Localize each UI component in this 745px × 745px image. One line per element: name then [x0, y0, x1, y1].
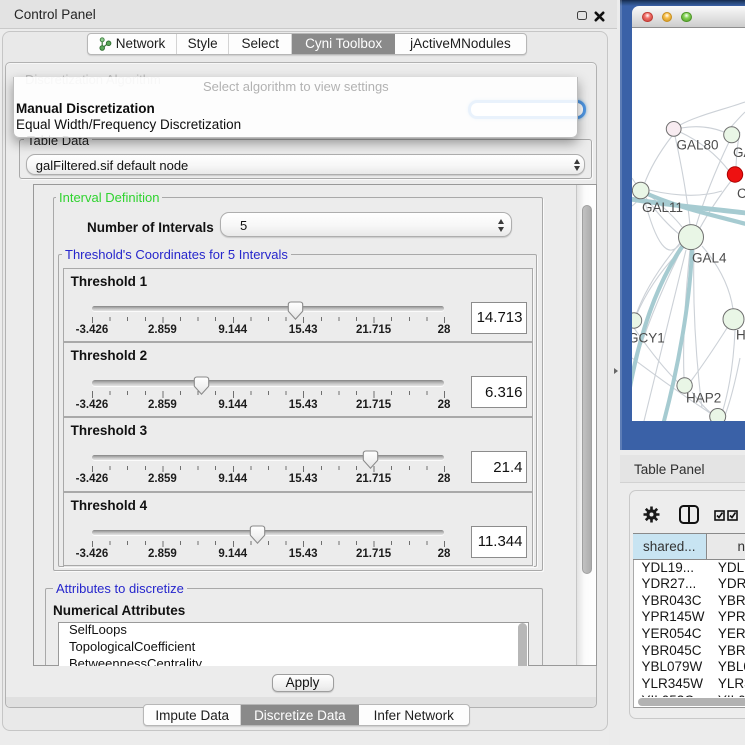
- svg-text:GA: GA: [733, 145, 745, 160]
- svg-text:H: H: [736, 327, 745, 342]
- svg-text:GCY1: GCY1: [632, 330, 665, 345]
- svg-text:GAL80: GAL80: [677, 137, 719, 152]
- svg-text:C: C: [737, 186, 745, 201]
- svg-text:GAL11: GAL11: [642, 200, 683, 215]
- svg-text:GAL4: GAL4: [692, 250, 727, 265]
- svg-text:HAP2: HAP2: [686, 390, 721, 405]
